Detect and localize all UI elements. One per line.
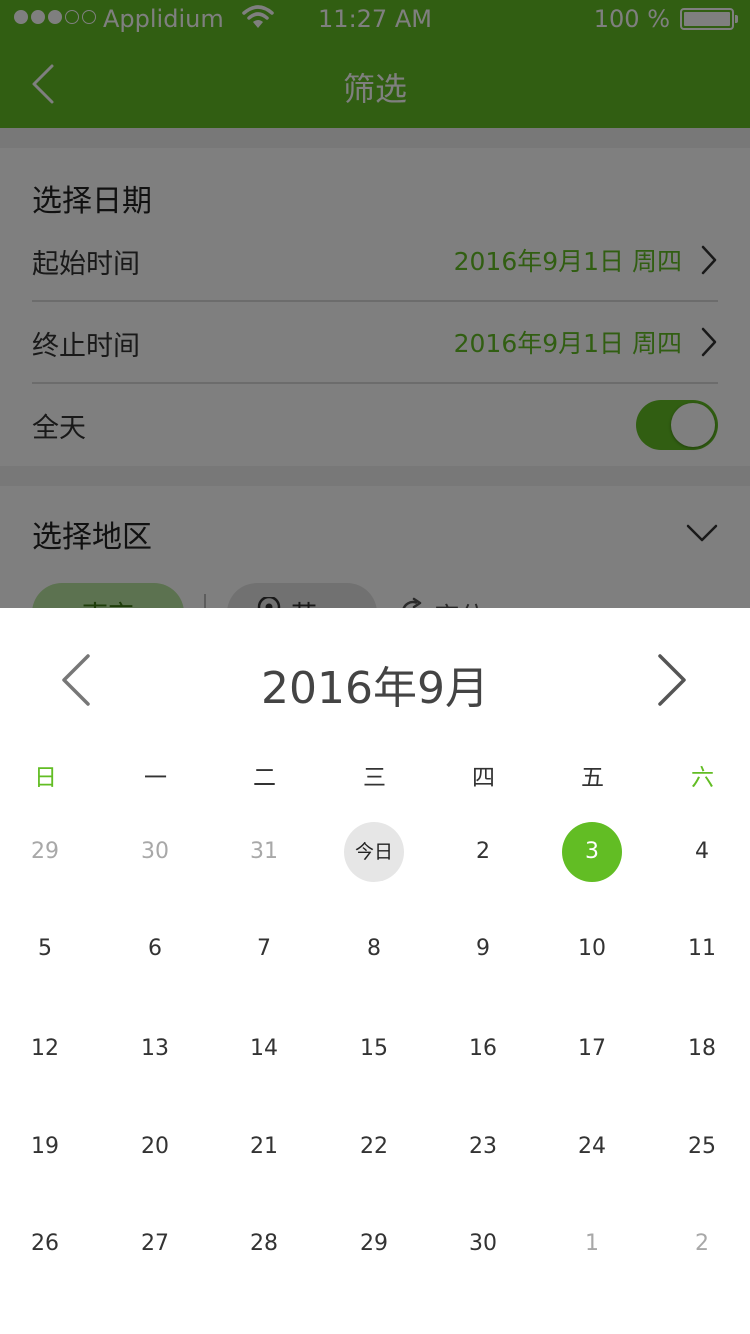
calendar-day[interactable]: 1 <box>562 1214 622 1274</box>
calendar-day[interactable]: 31 <box>234 822 294 882</box>
calendar-day[interactable]: 9 <box>453 919 513 979</box>
calendar-day[interactable]: 27 <box>125 1214 185 1274</box>
calendar-day[interactable]: 23 <box>453 1117 513 1177</box>
calendar-day[interactable]: 15 <box>344 1019 404 1079</box>
next-month-button[interactable] <box>652 652 692 708</box>
calendar-day[interactable]: 30 <box>125 822 185 882</box>
calendar-day[interactable]: 29 <box>344 1214 404 1274</box>
weekday-label: 三 <box>363 765 386 791</box>
weekday-header: 日一二三四五六 <box>0 758 750 792</box>
weekday-label: 日 <box>34 765 57 791</box>
weekday-label: 一 <box>144 765 167 791</box>
weekday-label: 二 <box>253 765 276 791</box>
calendar-day[interactable]: 18 <box>672 1019 732 1079</box>
calendar-day[interactable]: 13 <box>125 1019 185 1079</box>
calendar-day[interactable]: 26 <box>15 1214 75 1274</box>
calendar-sheet: 2016年9月 日一二三四五六 29 30 31 今日 2 3 4 5 6 7 8 9 10 11 12 13… <box>0 608 750 1334</box>
calendar-day[interactable]: 6 <box>125 919 185 979</box>
calendar-day[interactable]: 17 <box>562 1019 622 1079</box>
calendar-day[interactable]: 14 <box>234 1019 294 1079</box>
calendar-day[interactable]: 29 <box>15 822 75 882</box>
calendar-day[interactable]: 8 <box>344 919 404 979</box>
calendar-day[interactable]: 12 <box>15 1019 75 1079</box>
calendar-day[interactable]: 21 <box>234 1117 294 1177</box>
weekday-label: 六 <box>691 765 714 791</box>
calendar-day[interactable]: 24 <box>562 1117 622 1177</box>
calendar-day[interactable]: 2 <box>453 822 513 882</box>
calendar-day[interactable]: 30 <box>453 1214 513 1274</box>
calendar-day[interactable]: 2 <box>672 1214 732 1274</box>
calendar-day[interactable]: 28 <box>234 1214 294 1274</box>
calendar-day-selected[interactable]: 3 <box>562 822 622 882</box>
calendar-day[interactable]: 11 <box>672 919 732 979</box>
calendar-day[interactable]: 25 <box>672 1117 732 1177</box>
weekday-label: 四 <box>472 765 495 791</box>
calendar-day[interactable]: 5 <box>15 919 75 979</box>
calendar-day[interactable]: 4 <box>672 822 732 882</box>
calendar-day[interactable]: 7 <box>234 919 294 979</box>
calendar-day[interactable]: 20 <box>125 1117 185 1177</box>
calendar-month-title: 2016年9月 <box>261 663 489 714</box>
weekday-label: 五 <box>581 765 604 791</box>
calendar-day[interactable]: 19 <box>15 1117 75 1177</box>
calendar-day[interactable]: 22 <box>344 1117 404 1177</box>
calendar-day[interactable]: 16 <box>453 1019 513 1079</box>
calendar-day[interactable]: 10 <box>562 919 622 979</box>
modal-backdrop[interactable] <box>0 0 750 608</box>
calendar-day-today[interactable]: 今日 <box>344 822 404 882</box>
